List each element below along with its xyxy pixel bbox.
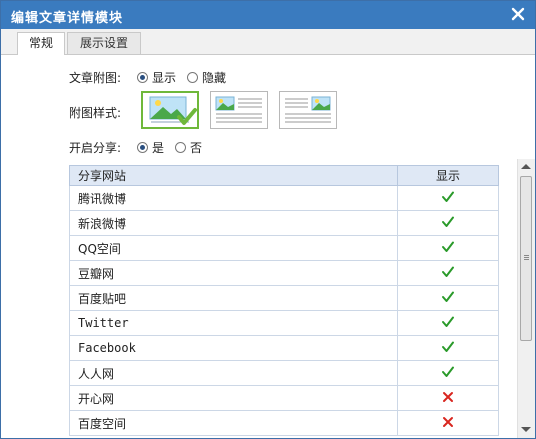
check-icon: [441, 366, 455, 382]
general-tab-panel: 文章附图: 显示 隐藏 附图样式: 开启分享: 是 否 分享网站 显示 腾讯微博…: [1, 55, 535, 438]
show-toggle[interactable]: [397, 210, 499, 236]
column-header-show: 显示: [397, 165, 499, 186]
share-table-header: 分享网站 显示: [69, 165, 499, 186]
scroll-down-arrow-icon[interactable]: [521, 427, 531, 432]
show-toggle[interactable]: [397, 235, 499, 261]
scrollbar-thumb[interactable]: [520, 176, 532, 341]
tab-display-settings[interactable]: 展示设置: [67, 32, 141, 54]
image-hide-radio[interactable]: [187, 72, 198, 83]
show-toggle[interactable]: [397, 385, 499, 411]
table-row: 开心网: [69, 385, 499, 411]
style-option-image-left-text[interactable]: [210, 91, 268, 129]
site-name: 豆瓣网: [69, 260, 398, 286]
share-no-radio[interactable]: [175, 142, 186, 153]
table-row: 新浪微博: [69, 210, 499, 236]
table-row: Facebook: [69, 335, 499, 361]
site-name: 百度贴吧: [69, 285, 398, 311]
site-name: Twitter: [69, 310, 398, 336]
tab-bar: 常规 展示设置: [1, 29, 535, 55]
show-toggle[interactable]: [397, 410, 499, 436]
show-toggle[interactable]: [397, 360, 499, 386]
table-row: Twitter: [69, 310, 499, 336]
grip-line: [524, 259, 529, 260]
show-toggle[interactable]: [397, 335, 499, 361]
image-show-label[interactable]: 显示: [152, 69, 176, 86]
cross-icon: [442, 416, 454, 431]
share-table: 分享网站 显示 腾讯微博 新浪微博 QQ空间 豆瓣网 百度贴吧 Twitter …: [69, 165, 499, 436]
image-style-label: 附图样式:: [69, 106, 122, 120]
image-hide-label[interactable]: 隐藏: [202, 69, 226, 86]
table-row: 百度空间: [69, 410, 499, 436]
grip-line: [524, 257, 529, 258]
check-icon: [441, 266, 455, 282]
table-row: 豆瓣网: [69, 260, 499, 286]
show-toggle[interactable]: [397, 285, 499, 311]
share-no-label[interactable]: 否: [190, 139, 202, 156]
check-icon: [441, 291, 455, 307]
share-toggle-label: 开启分享:: [69, 141, 122, 155]
check-icon: [441, 241, 455, 257]
share-yes-label[interactable]: 是: [152, 139, 164, 156]
site-name: QQ空间: [69, 235, 398, 261]
site-name: 人人网: [69, 360, 398, 386]
tab-general[interactable]: 常规: [17, 32, 65, 55]
image-right-text-icon: [285, 96, 331, 123]
close-icon[interactable]: [509, 5, 527, 23]
style-option-image-right-text[interactable]: [279, 91, 337, 129]
table-row: 腾讯微博: [69, 185, 499, 211]
check-icon: [441, 191, 455, 207]
table-row: 百度贴吧: [69, 285, 499, 311]
table-row: 人人网: [69, 360, 499, 386]
show-toggle[interactable]: [397, 310, 499, 336]
site-name: 新浪微博: [69, 210, 398, 236]
column-header-site: 分享网站: [69, 165, 398, 186]
share-table-container: 分享网站 显示 腾讯微博 新浪微博 QQ空间 豆瓣网 百度贴吧 Twitter …: [69, 165, 499, 438]
vertical-scrollbar[interactable]: [517, 159, 535, 438]
image-left-text-icon: [215, 96, 262, 123]
site-name: 百度空间: [69, 410, 398, 436]
grip-line: [524, 255, 529, 256]
dialog-titlebar[interactable]: 编辑文章详情模块: [1, 1, 535, 29]
scroll-up-arrow-icon[interactable]: [521, 164, 531, 169]
site-name: Facebook: [69, 335, 398, 361]
edit-article-dialog: 编辑文章详情模块 常规 展示设置 文章附图: 显示 隐藏 附图样式: 开启分享:…: [0, 0, 536, 439]
show-toggle[interactable]: [397, 185, 499, 211]
check-icon: [441, 341, 455, 357]
site-name: 开心网: [69, 385, 398, 411]
site-name: 腾讯微博: [69, 185, 398, 211]
image-toggle-label: 文章附图:: [69, 71, 122, 85]
share-yes-radio[interactable]: [137, 142, 148, 153]
check-icon: [441, 216, 455, 232]
image-large-icon: [149, 96, 197, 125]
check-icon: [441, 316, 455, 332]
show-toggle[interactable]: [397, 260, 499, 286]
image-show-radio[interactable]: [137, 72, 148, 83]
dialog-title: 编辑文章详情模块: [11, 11, 124, 26]
cross-icon: [442, 391, 454, 406]
table-row: QQ空间: [69, 235, 499, 261]
style-option-image-large[interactable]: [141, 91, 199, 129]
